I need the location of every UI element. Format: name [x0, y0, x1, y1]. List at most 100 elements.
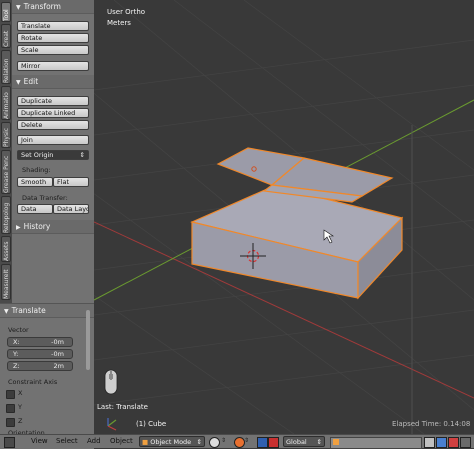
translate-manipulator-icon[interactable] [268, 437, 279, 448]
y-label: Y: [13, 350, 19, 358]
dropdown-arrows-icon: ⇕ [79, 151, 85, 159]
constraint-y-checkbox[interactable] [6, 404, 15, 413]
lock-camera-icon[interactable] [424, 437, 435, 448]
dropdown-arrows-icon: ⇕ [196, 438, 202, 446]
active-object-info: (1) Cube [136, 420, 167, 428]
active-layer-icon[interactable] [333, 439, 339, 445]
add-menu[interactable]: Add [87, 437, 101, 445]
translate-button[interactable]: Translate [17, 21, 89, 31]
floating-plane-mesh [216, 147, 394, 203]
viewport-canvas [94, 0, 474, 434]
vector-label: Vector [8, 326, 29, 334]
unit-system: Meters [107, 19, 131, 27]
scale-button[interactable]: Scale [17, 45, 89, 55]
mode-label: Object Mode [150, 438, 192, 446]
z-label: Z: [13, 362, 20, 370]
object-mode-icon: ■ [142, 438, 149, 446]
tab-grease-pencil[interactable]: Grease Penc [1, 150, 11, 194]
tab-grease-pencil-label: Grease Penc [3, 155, 10, 193]
delete-button[interactable]: Delete [17, 120, 89, 130]
join-button[interactable]: Join [17, 135, 89, 145]
transform-panel-header[interactable]: ▼ Transform [12, 0, 94, 14]
tab-create[interactable]: Creat [1, 24, 11, 48]
tab-retopology[interactable]: Retopolog [1, 196, 11, 234]
set-origin-label: Set Origin [21, 151, 54, 159]
data-transfer-button[interactable]: Data [17, 204, 53, 214]
viewport-header: View Select Add Object ■ Object Mode ⇕ ⇕… [0, 434, 474, 449]
viewport-shading-icon[interactable] [209, 437, 220, 448]
view-name: User Ortho [107, 8, 146, 16]
constraint-axis-label: Constraint Axis [8, 378, 58, 386]
mirror-button[interactable]: Mirror [17, 61, 89, 71]
tab-tool[interactable]: Tool [1, 2, 11, 22]
collapse-triangle-icon: ▼ [16, 79, 21, 86]
vector-z-field[interactable]: Z: 2m [7, 361, 73, 371]
tab-assets[interactable]: Assets [1, 236, 11, 262]
tab-measureit[interactable]: MeasureIt [1, 264, 11, 300]
transform-orientation-dropdown[interactable]: Global ⇕ [283, 436, 325, 447]
manipulator-icon[interactable] [257, 437, 268, 448]
history-panel-header[interactable]: ▶ History [12, 220, 94, 234]
duplicate-linked-button[interactable]: Duplicate Linked [17, 108, 89, 118]
tool-shelf: ▼ Transform Translate Rotate Scale Mirror… [12, 0, 94, 303]
object-menu[interactable]: Object [110, 437, 133, 445]
tab-tool-label: Tool [3, 9, 10, 21]
shading-label: Shading: [22, 166, 51, 174]
view-menu[interactable]: View [31, 437, 48, 445]
constraint-x-label: X [18, 389, 23, 397]
vector-x-field[interactable]: X: -0m [7, 337, 73, 347]
x-value: -0m [51, 338, 64, 346]
tab-measureit-label: MeasureIt [3, 269, 10, 299]
data-layout-button[interactable]: Data Layo [53, 204, 89, 214]
mouse-icon [104, 369, 118, 395]
dropdown-arrows-icon: ⇕ [316, 438, 322, 446]
set-origin-dropdown[interactable]: Set Origin ⇕ [17, 150, 89, 160]
render-preview-icon[interactable] [436, 437, 447, 448]
data-transfer-label: Data Transfer: [22, 194, 68, 202]
select-menu[interactable]: Select [56, 437, 78, 445]
tab-relations-label: Relation [3, 58, 10, 83]
pivot-dropdown-icon[interactable]: ⇕ [244, 437, 253, 446]
constraint-z-checkbox[interactable] [6, 418, 15, 427]
duplicate-button[interactable]: Duplicate [17, 96, 89, 106]
edit-panel-header[interactable]: ▼ Edit [12, 75, 94, 89]
rotate-button[interactable]: Rotate [17, 33, 89, 43]
constraint-z-label: Z [18, 417, 23, 425]
snap-icon[interactable] [460, 437, 471, 448]
panel-scrollbar[interactable] [86, 310, 90, 370]
orientation-value: Global [286, 438, 307, 446]
tab-animation-label: Animatio [3, 92, 10, 119]
tab-assets-label: Assets [3, 241, 10, 261]
last-operator-text: Last: Translate [97, 403, 148, 411]
expand-triangle-icon: ▶ [16, 224, 21, 231]
x-label: X: [13, 338, 20, 346]
opengl-render-icon[interactable] [448, 437, 459, 448]
transform-header-label: Transform [23, 2, 61, 11]
collapse-triangle-icon: ▼ [16, 4, 21, 11]
tab-physics-label: Physic [3, 127, 10, 147]
collapse-triangle-icon: ▼ [4, 308, 9, 315]
smooth-button[interactable]: Smooth [17, 177, 53, 187]
tab-animation[interactable]: Animatio [1, 86, 11, 120]
editor-type-icon[interactable] [4, 437, 15, 448]
tab-physics[interactable]: Physic [1, 122, 11, 148]
z-value: 2m [53, 362, 64, 370]
last-operator-panel: ▼ Translate Vector X: -0m Y: -0m Z: 2m Co… [0, 303, 94, 449]
constraint-x-checkbox[interactable] [6, 390, 15, 399]
tab-retopology-label: Retopolog [3, 202, 10, 233]
translate-operator-header[interactable]: ▼ Translate [0, 304, 94, 318]
constraint-y-label: Y [18, 403, 22, 411]
operator-header-label: Translate [11, 306, 46, 315]
shading-dropdown-icon[interactable]: ⇕ [221, 437, 230, 446]
flat-button[interactable]: Flat [53, 177, 89, 187]
tab-relations[interactable]: Relation [1, 50, 11, 84]
mode-dropdown[interactable]: ■ Object Mode ⇕ [139, 436, 205, 447]
axis-gizmo-icon [107, 418, 117, 431]
elapsed-time: Elapsed Time: 0.14:08 [392, 420, 471, 428]
y-value: -0m [51, 350, 64, 358]
cube-mesh [190, 185, 404, 300]
vector-y-field[interactable]: Y: -0m [7, 349, 73, 359]
layers-widget[interactable] [330, 437, 422, 449]
history-header-label: History [23, 222, 51, 231]
3d-viewport[interactable]: User Ortho Meters Last: Translate (1) Cu… [94, 0, 474, 434]
